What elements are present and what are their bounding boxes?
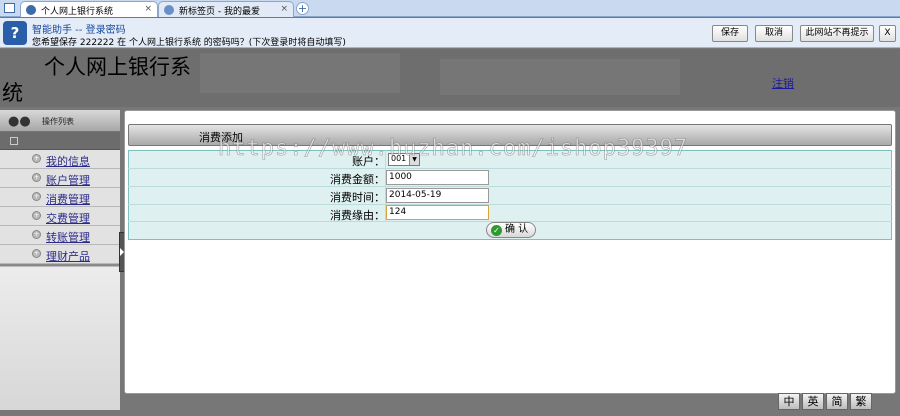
time-input[interactable]: 2014-05-19	[386, 188, 489, 203]
sidebar-item-my-info[interactable]: + 我的信息	[0, 150, 120, 169]
sidebar-item-account-management[interactable]: + 账户管理	[0, 169, 120, 188]
key-icon: ?	[3, 21, 27, 45]
lang-zh-button[interactable]: 中	[778, 393, 800, 410]
bullet-icon: +	[32, 249, 41, 258]
reason-input[interactable]: 124	[386, 205, 489, 220]
sidebar-item-label[interactable]: 理财产品	[46, 248, 90, 264]
form-row-divider	[128, 204, 892, 205]
sidebar-item-wealth-products[interactable]: + 理财产品	[0, 245, 120, 264]
sidebar-item-transfer-management[interactable]: + 转账管理	[0, 226, 120, 245]
save-password-button[interactable]: 保存	[712, 25, 748, 42]
sidebar-item-consumption-management[interactable]: + 消费管理	[0, 188, 120, 207]
lang-traditional-button[interactable]: 繁	[850, 393, 872, 410]
sidebar-item-label[interactable]: 交费管理	[46, 210, 90, 226]
tab-label: 新标签页 - 我的最爱	[179, 7, 260, 17]
sidebar-item-label[interactable]: 账户管理	[46, 172, 90, 188]
sidebar-item-label[interactable]: 我的信息	[46, 153, 90, 169]
users-icon: ●●	[8, 114, 31, 129]
tab-new-tab-favorites[interactable]: 新标签页 - 我的最爱 ×	[158, 1, 294, 17]
tab-label: 个人网上银行系统	[41, 7, 114, 17]
tab-bank-system[interactable]: 个人网上银行系统 ×	[20, 1, 158, 17]
collapse-box-icon	[10, 137, 18, 145]
watermark: https://www.huzhan.com/ishop39397	[218, 136, 689, 162]
amount-label: 消费金额：	[330, 173, 385, 186]
logout-link[interactable]: 注销	[772, 75, 794, 91]
confirm-button-label: 确 认	[505, 224, 529, 235]
bullet-icon: +	[32, 230, 41, 239]
sidebar-item-label[interactable]: 转账管理	[46, 229, 90, 245]
tab-close-icon[interactable]: ×	[144, 4, 152, 14]
confirm-button[interactable]: ✓ 确 认	[486, 222, 536, 238]
sidebar-group-toggle[interactable]	[0, 132, 120, 150]
never-prompt-button[interactable]: 此网站不再提示	[800, 25, 874, 42]
page-favicon-icon	[164, 5, 174, 15]
time-label: 消费时间：	[330, 191, 385, 204]
bullet-icon: +	[32, 211, 41, 220]
browser-menu-icon[interactable]	[4, 3, 15, 13]
sidebar-header: ●● 操作列表	[0, 110, 120, 132]
password-save-infobar: ? 智能助手 -- 登录密码 您希望保存 222222 在 个人网上银行系统 的…	[0, 18, 900, 48]
close-infobar-button[interactable]: X	[879, 25, 896, 42]
infobar-title: 智能助手 -- 登录密码	[32, 25, 126, 36]
checkmark-icon: ✓	[491, 225, 502, 236]
infobar-message: 您希望保存 222222 在 个人网上银行系统 的密码吗？(下次登录时将自动填写…	[32, 38, 346, 48]
form-row-divider	[128, 168, 892, 169]
reason-label: 消费缘由：	[330, 209, 385, 222]
tab-close-icon[interactable]: ×	[280, 4, 288, 14]
page-title-continued: 统	[2, 81, 23, 105]
browser-tab-bar: 个人网上银行系统 × 新标签页 - 我的最爱 × +	[0, 0, 900, 17]
sidebar-empty-area	[0, 266, 120, 410]
lang-simplified-button[interactable]: 简	[826, 393, 848, 410]
bullet-icon: +	[32, 173, 41, 182]
amount-input[interactable]: 1000	[386, 170, 489, 185]
sidebar-item-payment-management[interactable]: + 交费管理	[0, 207, 120, 226]
sidebar-item-label[interactable]: 消费管理	[46, 191, 90, 207]
sidebar-header-label: 操作列表	[42, 117, 74, 126]
sidebar: ●● 操作列表 + 我的信息 + 账户管理 + 消费管理 + 交费管理 + 转账…	[0, 110, 120, 410]
lang-en-button[interactable]: 英	[802, 393, 824, 410]
new-tab-button[interactable]: +	[296, 2, 309, 15]
form-row-divider	[128, 186, 892, 187]
bullet-icon: +	[32, 192, 41, 201]
header-decoration	[440, 59, 680, 95]
header-decoration	[200, 53, 400, 93]
page-favicon-icon	[26, 5, 36, 15]
cancel-button[interactable]: 取消	[755, 25, 793, 42]
bullet-icon: +	[32, 154, 41, 163]
page-title: 个人网上银行系	[44, 55, 191, 79]
